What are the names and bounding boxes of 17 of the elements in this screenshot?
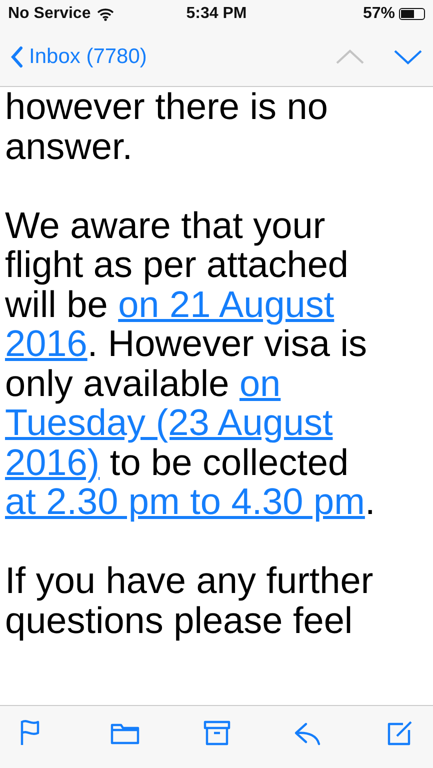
message-paragraph: however there is no answer. <box>5 87 329 166</box>
archive-button[interactable] <box>202 718 232 748</box>
battery-icon <box>399 8 425 20</box>
wifi-icon <box>96 8 114 20</box>
clock-time: 5:34 PM <box>186 5 247 22</box>
battery-percentage: 57% <box>362 5 395 23</box>
message-paragraph: We aware that your flight as per attached will be on 21 August 2016. However visa is only available on Tuesday (23 August 2016) to be collected at 2.30 pm to 4.30 pm. <box>5 206 376 522</box>
detected-link[interactable]: 2016) <box>5 442 100 482</box>
carrier-label: No Service <box>8 5 91 23</box>
detected-link[interactable]: 2016 <box>5 323 88 364</box>
back-button[interactable]: Inbox (7780) <box>10 45 147 69</box>
next-message-button[interactable] <box>393 49 423 65</box>
detected-link[interactable]: on 21 August <box>118 284 334 324</box>
message-paragraph: If you have any further questions please feel <box>5 561 374 640</box>
back-chevron-icon <box>10 46 23 68</box>
compose-button[interactable] <box>385 718 415 748</box>
detected-link[interactable]: on <box>239 362 281 404</box>
